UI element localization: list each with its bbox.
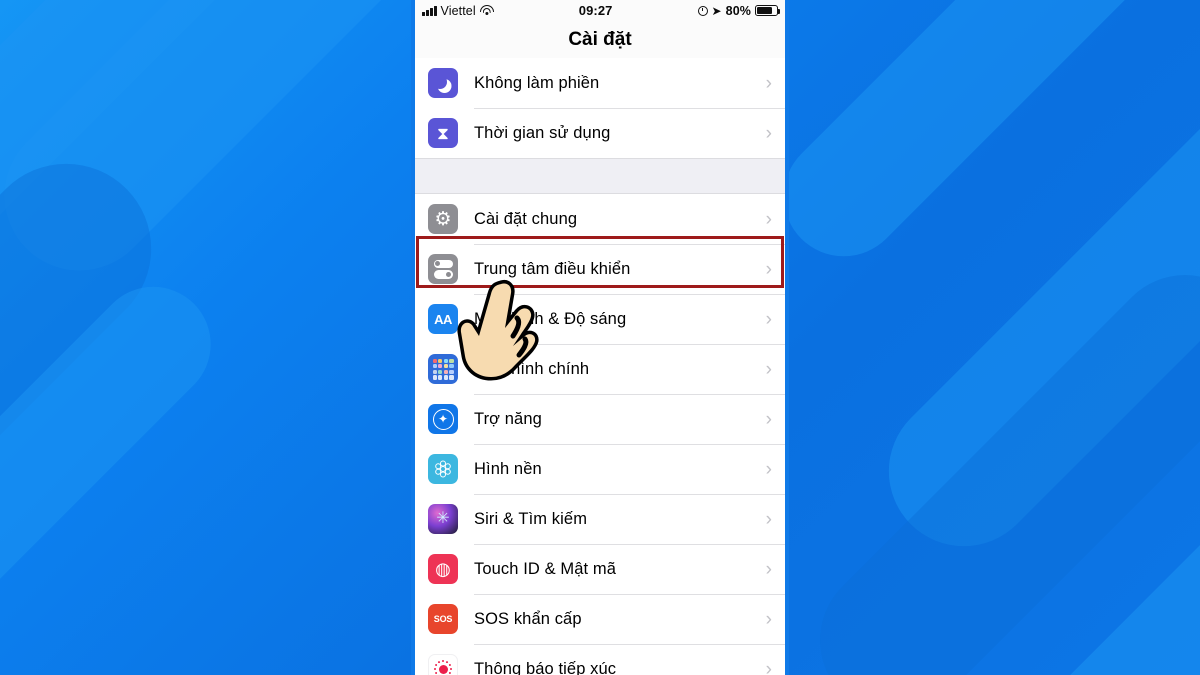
control-center-icon (428, 254, 458, 284)
pointing-hand-cursor (457, 280, 539, 381)
battery-icon (755, 5, 781, 16)
location-arrow-icon: ➤ (711, 3, 722, 18)
siri-icon: ✳ (428, 504, 458, 534)
status-bar-clock: 09:27 (578, 3, 613, 18)
chevron-right-icon: › (765, 608, 772, 630)
chevron-right-icon: › (765, 458, 772, 480)
home-screen-icon (428, 354, 458, 384)
chevron-right-icon: › (765, 308, 772, 330)
settings-row-label: Cài đặt chung (474, 209, 578, 228)
settings-row-label: Siri & Tìm kiếm (474, 509, 588, 528)
chevron-right-icon: › (765, 208, 772, 230)
settings-row-label: Trợ năng (474, 409, 542, 428)
settings-row-exposure-notifications[interactable]: Thông báo tiếp xúc › (415, 644, 785, 675)
hourglass-icon: ⧗ (428, 118, 458, 148)
chevron-right-icon: › (765, 72, 772, 94)
chevron-right-icon: › (765, 258, 772, 280)
signal-bars-icon (422, 6, 437, 16)
settings-row-screen-time[interactable]: ⧗ Thời gian sử dụng › (415, 108, 785, 158)
carrier-label: Viettel (440, 3, 476, 18)
chevron-right-icon: › (765, 508, 772, 530)
wifi-icon (479, 5, 494, 16)
settings-row-label: Touch ID & Mật mã (474, 559, 616, 578)
settings-row-label: Thông báo tiếp xúc (474, 659, 617, 675)
chevron-right-icon: › (765, 358, 772, 380)
settings-row-label: Thời gian sử dụng (474, 123, 611, 142)
list-section-gap (415, 158, 785, 194)
settings-row-emergency-sos[interactable]: SOS SOS khẩn cấp › (415, 594, 785, 644)
settings-row-accessibility[interactable]: ✦ Trợ năng › (415, 394, 785, 444)
accessibility-icon: ✦ (428, 404, 458, 434)
status-bar-left: Viettel (422, 4, 494, 18)
page-title: Cài đặt (415, 21, 785, 58)
settings-row-general[interactable]: ⚙ Cài đặt chung › (415, 194, 785, 244)
settings-row-label: Trung tâm điều khiển (474, 259, 631, 278)
sos-icon: SOS (428, 604, 458, 634)
settings-row-label: Hình nền (474, 459, 542, 478)
chevron-right-icon: › (765, 122, 772, 144)
settings-row-label: SOS khẩn cấp (474, 609, 582, 628)
chevron-right-icon: › (765, 658, 772, 675)
wallpaper-icon (428, 454, 458, 484)
moon-icon (428, 68, 458, 98)
settings-row-touch-id-passcode[interactable]: ◍ Touch ID & Mật mã › (415, 544, 785, 594)
chevron-right-icon: › (765, 408, 772, 430)
exposure-notification-icon (428, 654, 458, 675)
settings-row-do-not-disturb[interactable]: Không làm phiền › (415, 58, 785, 108)
display-aa-icon: AA (428, 304, 458, 334)
battery-percent-label: 80% (725, 3, 751, 18)
gear-icon: ⚙ (428, 204, 458, 234)
settings-row-label: Không làm phiền (474, 73, 600, 92)
status-bar-right: ➤ 80% (697, 3, 781, 18)
settings-row-siri-search[interactable]: ✳ Siri & Tìm kiếm › (415, 494, 785, 544)
chevron-right-icon: › (765, 558, 772, 580)
status-bar: Viettel 09:27 ➤ 80% (415, 0, 785, 21)
alarm-clock-icon (697, 5, 708, 16)
settings-row-wallpaper[interactable]: Hình nền › (415, 444, 785, 494)
fingerprint-icon: ◍ (428, 554, 458, 584)
